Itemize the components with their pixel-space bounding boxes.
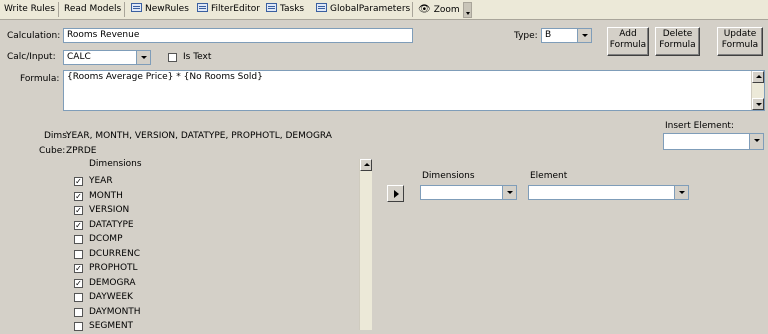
- dimension-label: DAYMONTH: [89, 306, 141, 317]
- dimension-checkbox[interactable]: [74, 307, 83, 317]
- add-formula-label-line1: Add: [619, 29, 637, 39]
- update-formula-label-line1: Update: [723, 29, 757, 39]
- picker-dimensions-select[interactable]: [420, 185, 517, 200]
- calc-input-select[interactable]: CALC: [63, 50, 151, 65]
- new-rules-label: NewRules: [145, 4, 189, 14]
- delete-formula-label-line2: Formula: [659, 40, 696, 50]
- calc-input-value: CALC: [67, 52, 91, 62]
- dimension-checkbox[interactable]: [74, 249, 83, 259]
- global-parameters-button[interactable]: GlobalParameters: [316, 3, 410, 16]
- formula-scrollbar[interactable]: [751, 71, 764, 110]
- dimension-checkbox[interactable]: ✓: [74, 220, 83, 230]
- dimension-checkbox[interactable]: ✓: [74, 206, 83, 215]
- dimension-label: DATATYPE: [89, 219, 134, 230]
- chevron-down-icon[interactable]: [577, 29, 591, 42]
- dimension-label: YEAR: [89, 176, 113, 186]
- dimension-label: DCURRENC: [89, 248, 141, 259]
- dimension-checkbox[interactable]: ✓: [74, 264, 83, 273]
- update-formula-button[interactable]: Update Formula: [717, 27, 763, 56]
- update-formula-label-line2: Formula: [721, 40, 759, 50]
- zoom-label: Zoom: [433, 5, 460, 15]
- add-formula-button[interactable]: Add Formula: [607, 27, 649, 56]
- dimension-checkbox[interactable]: [74, 293, 83, 302]
- delete-formula-label-line1: Delete: [662, 29, 693, 39]
- scroll-down-icon[interactable]: [752, 98, 764, 110]
- type-select-value: B: [545, 30, 552, 40]
- scroll-up-icon[interactable]: [360, 159, 372, 171]
- picker-element-label: Element: [530, 171, 568, 181]
- is-text-label: Is Text: [183, 52, 212, 62]
- filter-editor-label: FilterEditor: [211, 4, 260, 14]
- play-icon[interactable]: [387, 185, 404, 202]
- type-label: Type:: [514, 31, 538, 41]
- dimension-checkbox[interactable]: ✓: [74, 278, 83, 288]
- form-icon: [131, 3, 142, 12]
- toolbar-overflow-button[interactable]: [463, 2, 472, 18]
- calculation-input[interactable]: Rooms Revenue: [63, 28, 413, 43]
- toolbar-separator: [124, 2, 125, 17]
- chevron-down-icon[interactable]: [749, 134, 763, 149]
- filter-editor-button[interactable]: FilterEditor: [197, 3, 260, 16]
- dimension-label: VERSION: [89, 205, 130, 215]
- dimension-label: DCOMP: [89, 234, 123, 244]
- chevron-down-icon[interactable]: [502, 186, 516, 199]
- dimension-label: DEMOGRA: [89, 277, 136, 288]
- dimension-label: PROPHOTL: [89, 263, 138, 273]
- dimension-checkbox[interactable]: ✓: [74, 191, 83, 201]
- insert-element-select[interactable]: [663, 133, 764, 150]
- chevron-down-icon[interactable]: [136, 51, 150, 64]
- toolbar-separator: [412, 2, 413, 17]
- cube-label: Cube:: [39, 146, 66, 156]
- form-icon: [316, 3, 327, 12]
- chevron-down-icon[interactable]: [674, 186, 688, 199]
- read-models-button[interactable]: Read Models: [64, 3, 121, 16]
- insert-element-label: Insert Element:: [665, 121, 734, 131]
- form-icon: [266, 3, 277, 12]
- tasks-label: Tasks: [280, 4, 305, 14]
- type-select[interactable]: B: [541, 28, 592, 43]
- calculation-label: Calculation:: [7, 31, 61, 41]
- tasks-button[interactable]: Tasks: [266, 3, 304, 16]
- formula-textarea[interactable]: {Rooms Average Price} * {No Rooms Sold}: [63, 70, 765, 111]
- picker-element-select[interactable]: [528, 185, 689, 200]
- scroll-up-icon[interactable]: [752, 71, 764, 83]
- picker-dimensions-label: Dimensions: [422, 171, 475, 181]
- dimension-checkbox[interactable]: [74, 235, 83, 244]
- formula-text: {Rooms Average Price} * {No Rooms Sold}: [67, 72, 263, 82]
- dimensions-scrollbar[interactable]: [359, 159, 372, 330]
- eye-icon: 👁: [418, 4, 431, 15]
- calc-input-label: Calc/Input:: [7, 52, 56, 62]
- cube-value: ZPRDE: [66, 146, 97, 156]
- toolbar: Write Rules Read Models NewRules FilterE…: [0, 0, 768, 20]
- delete-formula-button[interactable]: Delete Formula: [655, 27, 700, 56]
- dimension-checkbox[interactable]: ✓: [74, 177, 83, 186]
- dims-value: YEAR, MONTH, VERSION, DATATYPE, PROPHOTL…: [66, 131, 332, 141]
- dimensions-list-header: Dimensions: [89, 159, 142, 169]
- is-text-checkbox[interactable]: [168, 53, 177, 62]
- write-rules-button[interactable]: Write Rules: [4, 3, 55, 16]
- add-formula-label-line2: Formula: [609, 40, 647, 50]
- new-rules-button[interactable]: NewRules: [131, 3, 189, 16]
- zoom-button[interactable]: 👁 Zoom: [418, 3, 460, 16]
- form-icon: [197, 3, 208, 12]
- formula-label: Formula:: [20, 74, 60, 84]
- toolbar-separator: [58, 2, 59, 17]
- dimension-label: DAYWEEK: [89, 292, 133, 302]
- dimension-label: MONTH: [89, 190, 123, 201]
- global-parameters-label: GlobalParameters: [330, 4, 411, 14]
